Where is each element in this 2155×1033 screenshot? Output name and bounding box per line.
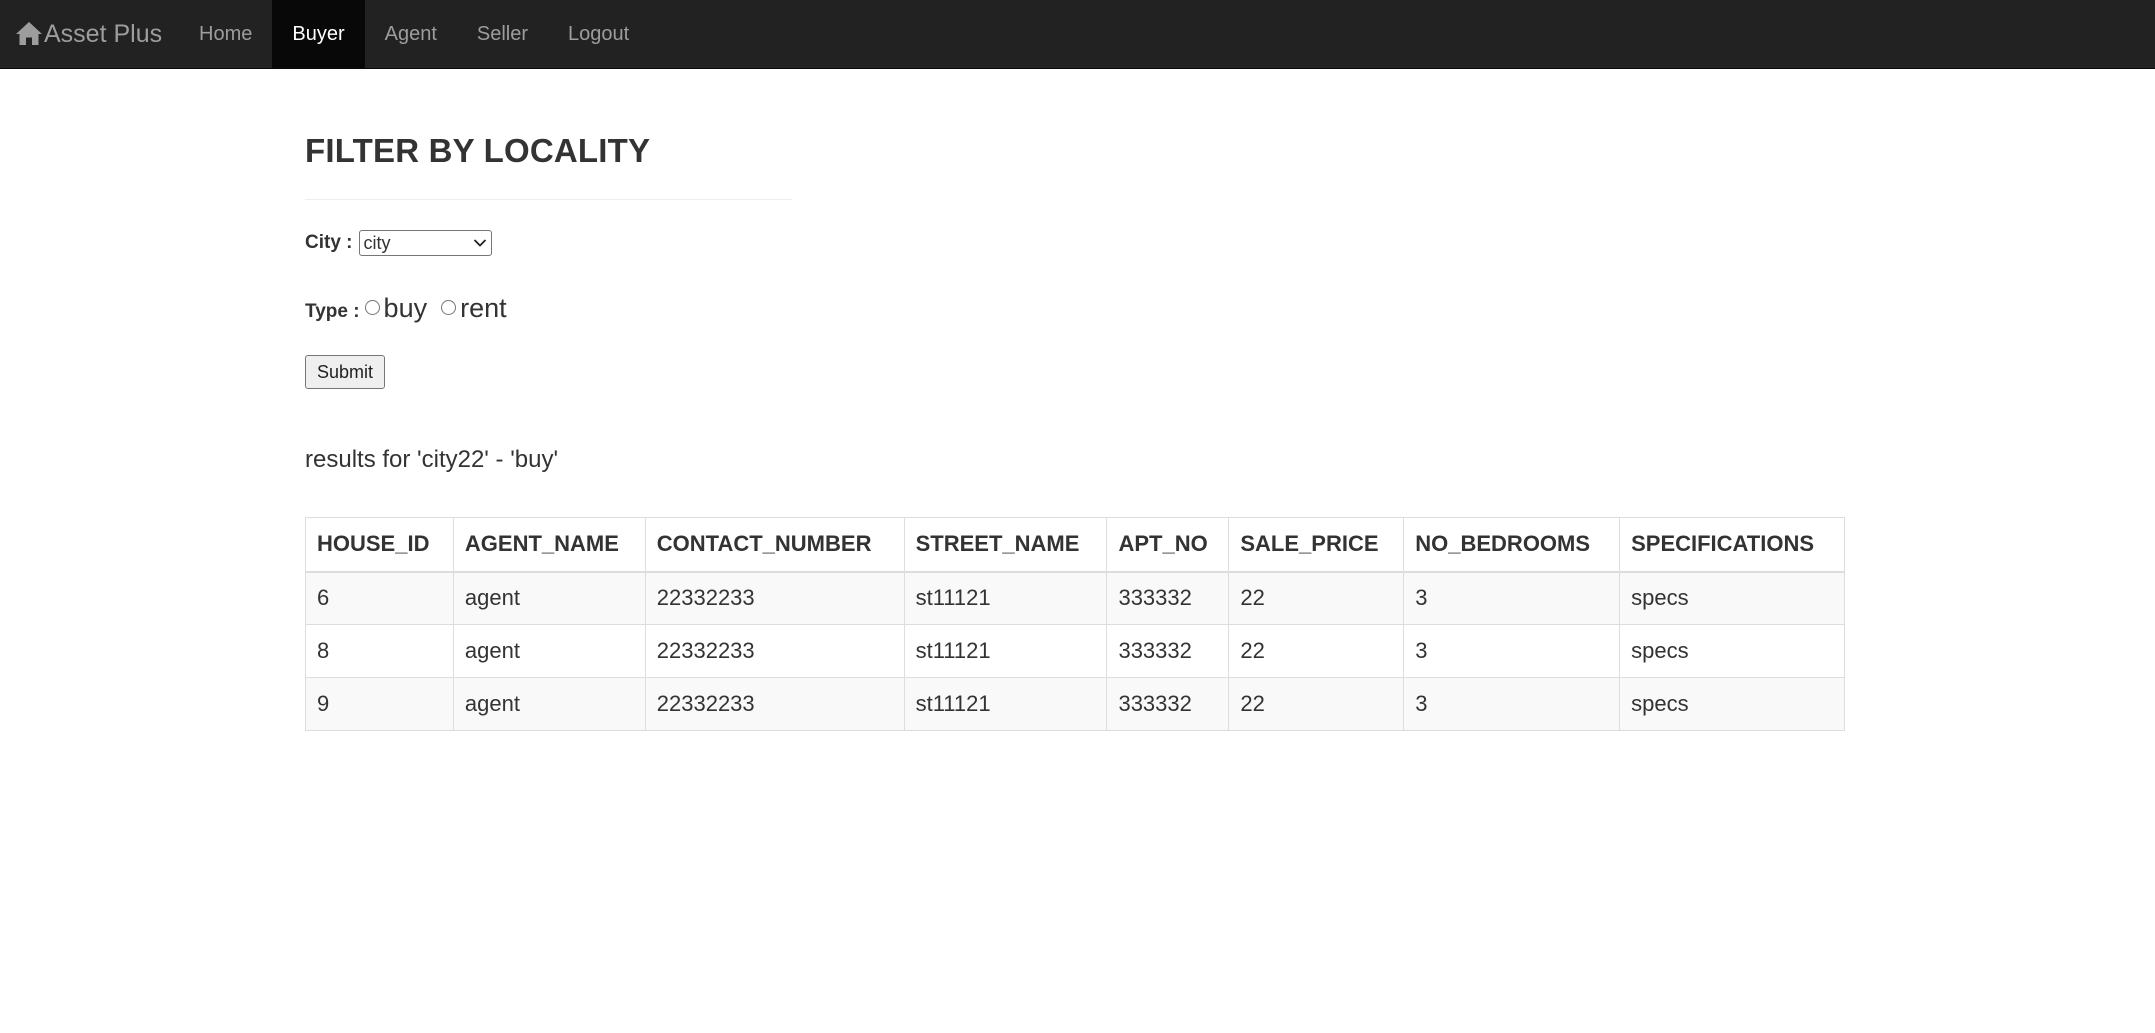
submit-row: Submit: [305, 355, 385, 389]
page-title: FILTER BY LOCALITY: [305, 132, 651, 169]
cell-agent-name: agent: [452, 624, 646, 678]
table-row: 9 agent 22332233 st11121 333332 22 3 spe…: [305, 677, 1845, 731]
column-header-sale-price: SALE_PRICE: [1228, 517, 1405, 573]
header-row: HOUSE_ID AGENT_NAME CONTACT_NUMBER STREE…: [305, 517, 1845, 573]
cell-house-id: 8: [305, 624, 454, 678]
cell-street-name: st11121: [903, 624, 1108, 678]
cell-sale-price: 22: [1228, 677, 1405, 731]
cell-contact-number: 22332233: [644, 677, 905, 731]
cell-agent-name: agent: [452, 571, 646, 625]
results-summary: results for 'city22' - 'buy': [305, 446, 559, 473]
cell-agent-name: agent: [452, 677, 646, 731]
type-row: Type : buy rent: [305, 290, 507, 326]
column-header-house-id: HOUSE_ID: [305, 517, 454, 573]
nav-item-buyer[interactable]: Buyer: [272, 0, 365, 68]
city-label: City :: [305, 232, 353, 253]
column-header-contact-number: CONTACT_NUMBER: [644, 517, 905, 573]
top-navbar: Asset Plus Home Buyer Agent Seller Logou…: [0, 0, 2155, 69]
cell-no-bedrooms: 3: [1403, 624, 1621, 678]
cell-no-bedrooms: 3: [1403, 677, 1621, 731]
cell-street-name: st11121: [903, 677, 1108, 731]
brand-link[interactable]: Asset Plus: [0, 0, 180, 68]
cell-apt-no: 333332: [1106, 571, 1230, 625]
nav-item-agent[interactable]: Agent: [365, 0, 457, 68]
type-option-buy[interactable]: buy: [360, 292, 428, 324]
table-row: 6 agent 22332233 st11121 333332 22 3 spe…: [305, 571, 1845, 625]
type-label: Type :: [305, 301, 360, 322]
cell-street-name: st11121: [903, 571, 1108, 625]
title-divider: [305, 199, 792, 200]
submit-button[interactable]: Submit: [305, 355, 385, 389]
table-row: 8 agent 22332233 st11121 333332 22 3 spe…: [305, 624, 1845, 678]
home-icon: [16, 22, 42, 45]
cell-no-bedrooms: 3: [1403, 571, 1621, 625]
cell-sale-price: 22: [1228, 624, 1405, 678]
cell-contact-number: 22332233: [644, 571, 905, 625]
type-option-rent[interactable]: rent: [441, 293, 507, 324]
nav-item-logout[interactable]: Logout: [548, 0, 649, 68]
results-table: HOUSE_ID AGENT_NAME CONTACT_NUMBER STREE…: [305, 517, 1845, 731]
nav-item-seller[interactable]: Seller: [457, 0, 548, 68]
radio-buy-label: buy: [383, 292, 428, 323]
column-header-apt-no: APT_NO: [1106, 517, 1230, 573]
cell-house-id: 6: [305, 571, 454, 625]
cell-specifications: specs: [1619, 677, 1845, 731]
radio-rent[interactable]: [441, 299, 457, 315]
column-header-no-bedrooms: NO_BEDROOMS: [1403, 517, 1621, 573]
cell-apt-no: 333332: [1106, 677, 1230, 731]
column-header-specifications: SPECIFICATIONS: [1619, 517, 1845, 573]
city-select[interactable]: city: [358, 230, 492, 256]
nav-menu: Home Buyer Agent Seller Logout: [180, 0, 649, 68]
cell-specifications: specs: [1619, 571, 1845, 625]
table-body: 6 agent 22332233 st11121 333332 22 3 spe…: [305, 571, 1845, 731]
table-header: HOUSE_ID AGENT_NAME CONTACT_NUMBER STREE…: [305, 517, 1845, 573]
cell-apt-no: 333332: [1106, 624, 1230, 678]
cell-house-id: 9: [305, 677, 454, 731]
cell-sale-price: 22: [1228, 571, 1405, 625]
cell-specifications: specs: [1619, 624, 1845, 678]
radio-rent-label: rent: [460, 292, 507, 323]
radio-buy[interactable]: [364, 299, 380, 315]
cell-contact-number: 22332233: [644, 624, 905, 678]
city-select-value: city: [363, 232, 391, 253]
nav-item-home[interactable]: Home: [180, 0, 272, 68]
column-header-agent-name: AGENT_NAME: [452, 517, 646, 573]
city-row: City : city: [305, 228, 492, 258]
chevron-down-icon: [473, 239, 486, 247]
brand-name: Asset Plus: [44, 19, 163, 48]
column-header-street-name: STREET_NAME: [903, 517, 1108, 573]
